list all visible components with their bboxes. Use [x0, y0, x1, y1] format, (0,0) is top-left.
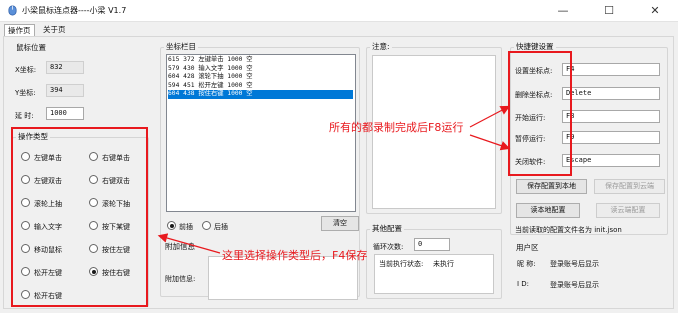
annotation-arrows [157, 105, 511, 254]
arrow-to-pause-hotkey [469, 134, 511, 151]
arrow-to-start-hotkey [469, 105, 511, 128]
arrow-to-optype [157, 233, 221, 254]
